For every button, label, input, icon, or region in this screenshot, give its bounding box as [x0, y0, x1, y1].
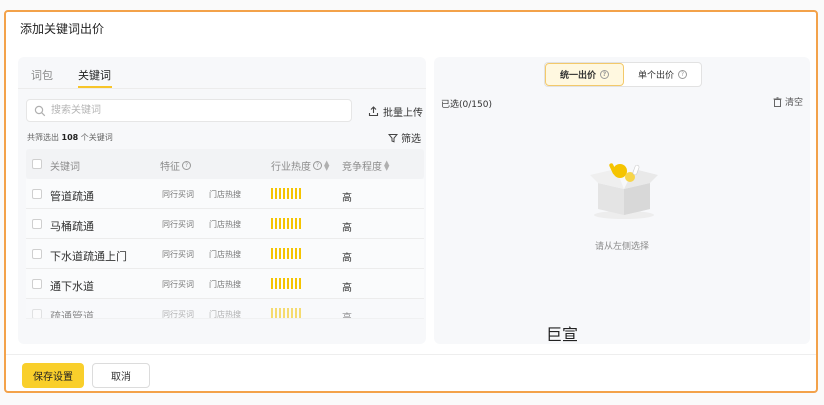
- sort-icon[interactable]: ▲ ▼: [384, 159, 389, 171]
- header-competition-label: 竞争程度: [342, 162, 382, 173]
- clear-button[interactable]: 清空: [773, 95, 803, 108]
- batch-upload-label: 批量上传: [383, 108, 423, 119]
- search-input[interactable]: [51, 102, 341, 119]
- filter-icon: [388, 133, 398, 143]
- table-row[interactable]: 疏通管道 同行买词 门店热搜 高: [26, 299, 424, 319]
- header-keyword-label: 关键词: [50, 162, 80, 173]
- feature-tag: 同行买词: [162, 250, 194, 259]
- feature-tag: 门店热搜: [209, 220, 241, 229]
- tab-bar: 词包 关键词: [18, 57, 426, 89]
- competition-cell: 高: [342, 223, 352, 234]
- help-icon[interactable]: ?: [600, 70, 609, 79]
- keyword-cell: 管道疏通: [50, 190, 94, 203]
- selected-count: 已选(0/150): [441, 100, 492, 110]
- feature-tag: 同行买词: [162, 220, 194, 229]
- bid-mode-toggle: 统一出价 ? 单个出价 ?: [544, 62, 702, 87]
- heat-bar: [271, 188, 301, 199]
- trash-icon: [773, 96, 782, 107]
- table-row[interactable]: 下水道疏通上门 同行买词 门店热搜 高: [26, 239, 424, 269]
- header-feature: 特征?: [160, 158, 191, 173]
- help-icon[interactable]: ?: [678, 70, 687, 79]
- search-icon: [34, 105, 46, 117]
- row-checkbox[interactable]: [32, 279, 42, 289]
- clear-label: 清空: [784, 98, 803, 108]
- table-header: 关键词 特征? 行业热度? ▲ ▼ 竞争程度 ▲ ▼: [26, 149, 424, 179]
- selected-keywords-panel: 统一出价 ? 单个出价 ? 已选(0/150) 清空 请从左侧选择: [434, 57, 810, 344]
- tab-keywords[interactable]: 关键词: [78, 67, 111, 83]
- feature-tag: 同行买词: [162, 280, 194, 289]
- individual-bid-label: 单个出价: [637, 71, 674, 81]
- header-competition[interactable]: 竞争程度 ▲ ▼: [342, 158, 389, 173]
- active-tab-indicator: [78, 86, 112, 88]
- individual-bid-option[interactable]: 单个出价 ?: [624, 63, 701, 86]
- keyword-cell: 马桶疏通: [50, 220, 94, 233]
- table-row[interactable]: 管道疏通 同行买词 门店热搜 高: [26, 179, 424, 209]
- search-box[interactable]: [26, 99, 352, 122]
- watermark-text: 巨宣: [546, 325, 579, 344]
- row-checkbox[interactable]: [32, 189, 42, 199]
- filter-button[interactable]: 筛选: [388, 130, 421, 145]
- empty-state-text: 请从左侧选择: [594, 242, 649, 252]
- help-icon[interactable]: ?: [313, 161, 322, 170]
- upload-icon: [368, 106, 379, 117]
- result-count-suffix: 个关键词: [78, 133, 113, 142]
- save-settings-button[interactable]: 保存设置: [22, 363, 84, 388]
- empty-box-icon: [590, 163, 658, 219]
- result-count: 共筛选出 108 个关键词: [27, 132, 113, 143]
- header-feature-label: 特征: [160, 162, 180, 173]
- heat-bar: [271, 278, 301, 289]
- keyword-cell: 下水道疏通上门: [50, 250, 127, 263]
- row-checkbox[interactable]: [32, 219, 42, 229]
- batch-upload-button[interactable]: 批量上传: [368, 104, 423, 119]
- unified-bid-option[interactable]: 统一出价 ?: [545, 63, 624, 86]
- keyword-cell: 通下水道: [50, 280, 94, 293]
- feature-tag: 同行买词: [162, 190, 194, 199]
- feature-tag: 门店热搜: [209, 280, 241, 289]
- feature-tag: 门店热搜: [209, 310, 241, 319]
- result-count-prefix: 共筛选出: [27, 133, 62, 142]
- feature-tag: 门店热搜: [209, 250, 241, 259]
- tab-word-package[interactable]: 词包: [31, 67, 53, 83]
- unified-bid-label: 统一出价: [559, 71, 596, 81]
- table-row[interactable]: 通下水道 同行买词 门店热搜 高: [26, 269, 424, 299]
- keyword-table: 关键词 特征? 行业热度? ▲ ▼ 竞争程度 ▲ ▼ 管道疏通 同行买词 门店热搜 高 …: [26, 149, 424, 319]
- row-checkbox[interactable]: [32, 249, 42, 259]
- footer-divider: [6, 354, 816, 355]
- feature-tag: 同行买词: [162, 310, 194, 319]
- result-count-number: 108: [61, 133, 79, 142]
- competition-cell: 高: [342, 283, 352, 294]
- dialog-title: 添加关键词出价: [20, 22, 105, 36]
- heat-bar: [271, 308, 301, 318]
- feature-tag: 门店热搜: [209, 190, 241, 199]
- add-keyword-bid-dialog: 添加关键词出价 词包 关键词 批量上传 共筛选出 108 个关键词: [4, 10, 818, 393]
- keyword-cell: 疏通管道: [50, 310, 94, 319]
- heat-bar: [271, 218, 301, 229]
- keyword-selection-panel: 词包 关键词 批量上传 共筛选出 108 个关键词 筛选: [18, 57, 426, 344]
- help-icon[interactable]: ?: [182, 161, 191, 170]
- competition-cell: 高: [342, 253, 352, 264]
- sort-icon[interactable]: ▲ ▼: [324, 159, 329, 171]
- header-heat-label: 行业热度: [271, 162, 311, 173]
- table-row[interactable]: 马桶疏通 同行买词 门店热搜 高: [26, 209, 424, 239]
- header-keyword: 关键词: [50, 158, 80, 173]
- competition-cell: 高: [342, 313, 352, 319]
- row-checkbox[interactable]: [32, 309, 42, 318]
- heat-bar: [271, 248, 301, 259]
- competition-cell: 高: [342, 193, 352, 204]
- cancel-button[interactable]: 取消: [92, 363, 150, 388]
- filter-label: 筛选: [401, 134, 421, 145]
- select-all-checkbox[interactable]: [32, 159, 42, 169]
- header-heat[interactable]: 行业热度? ▲ ▼: [271, 158, 329, 173]
